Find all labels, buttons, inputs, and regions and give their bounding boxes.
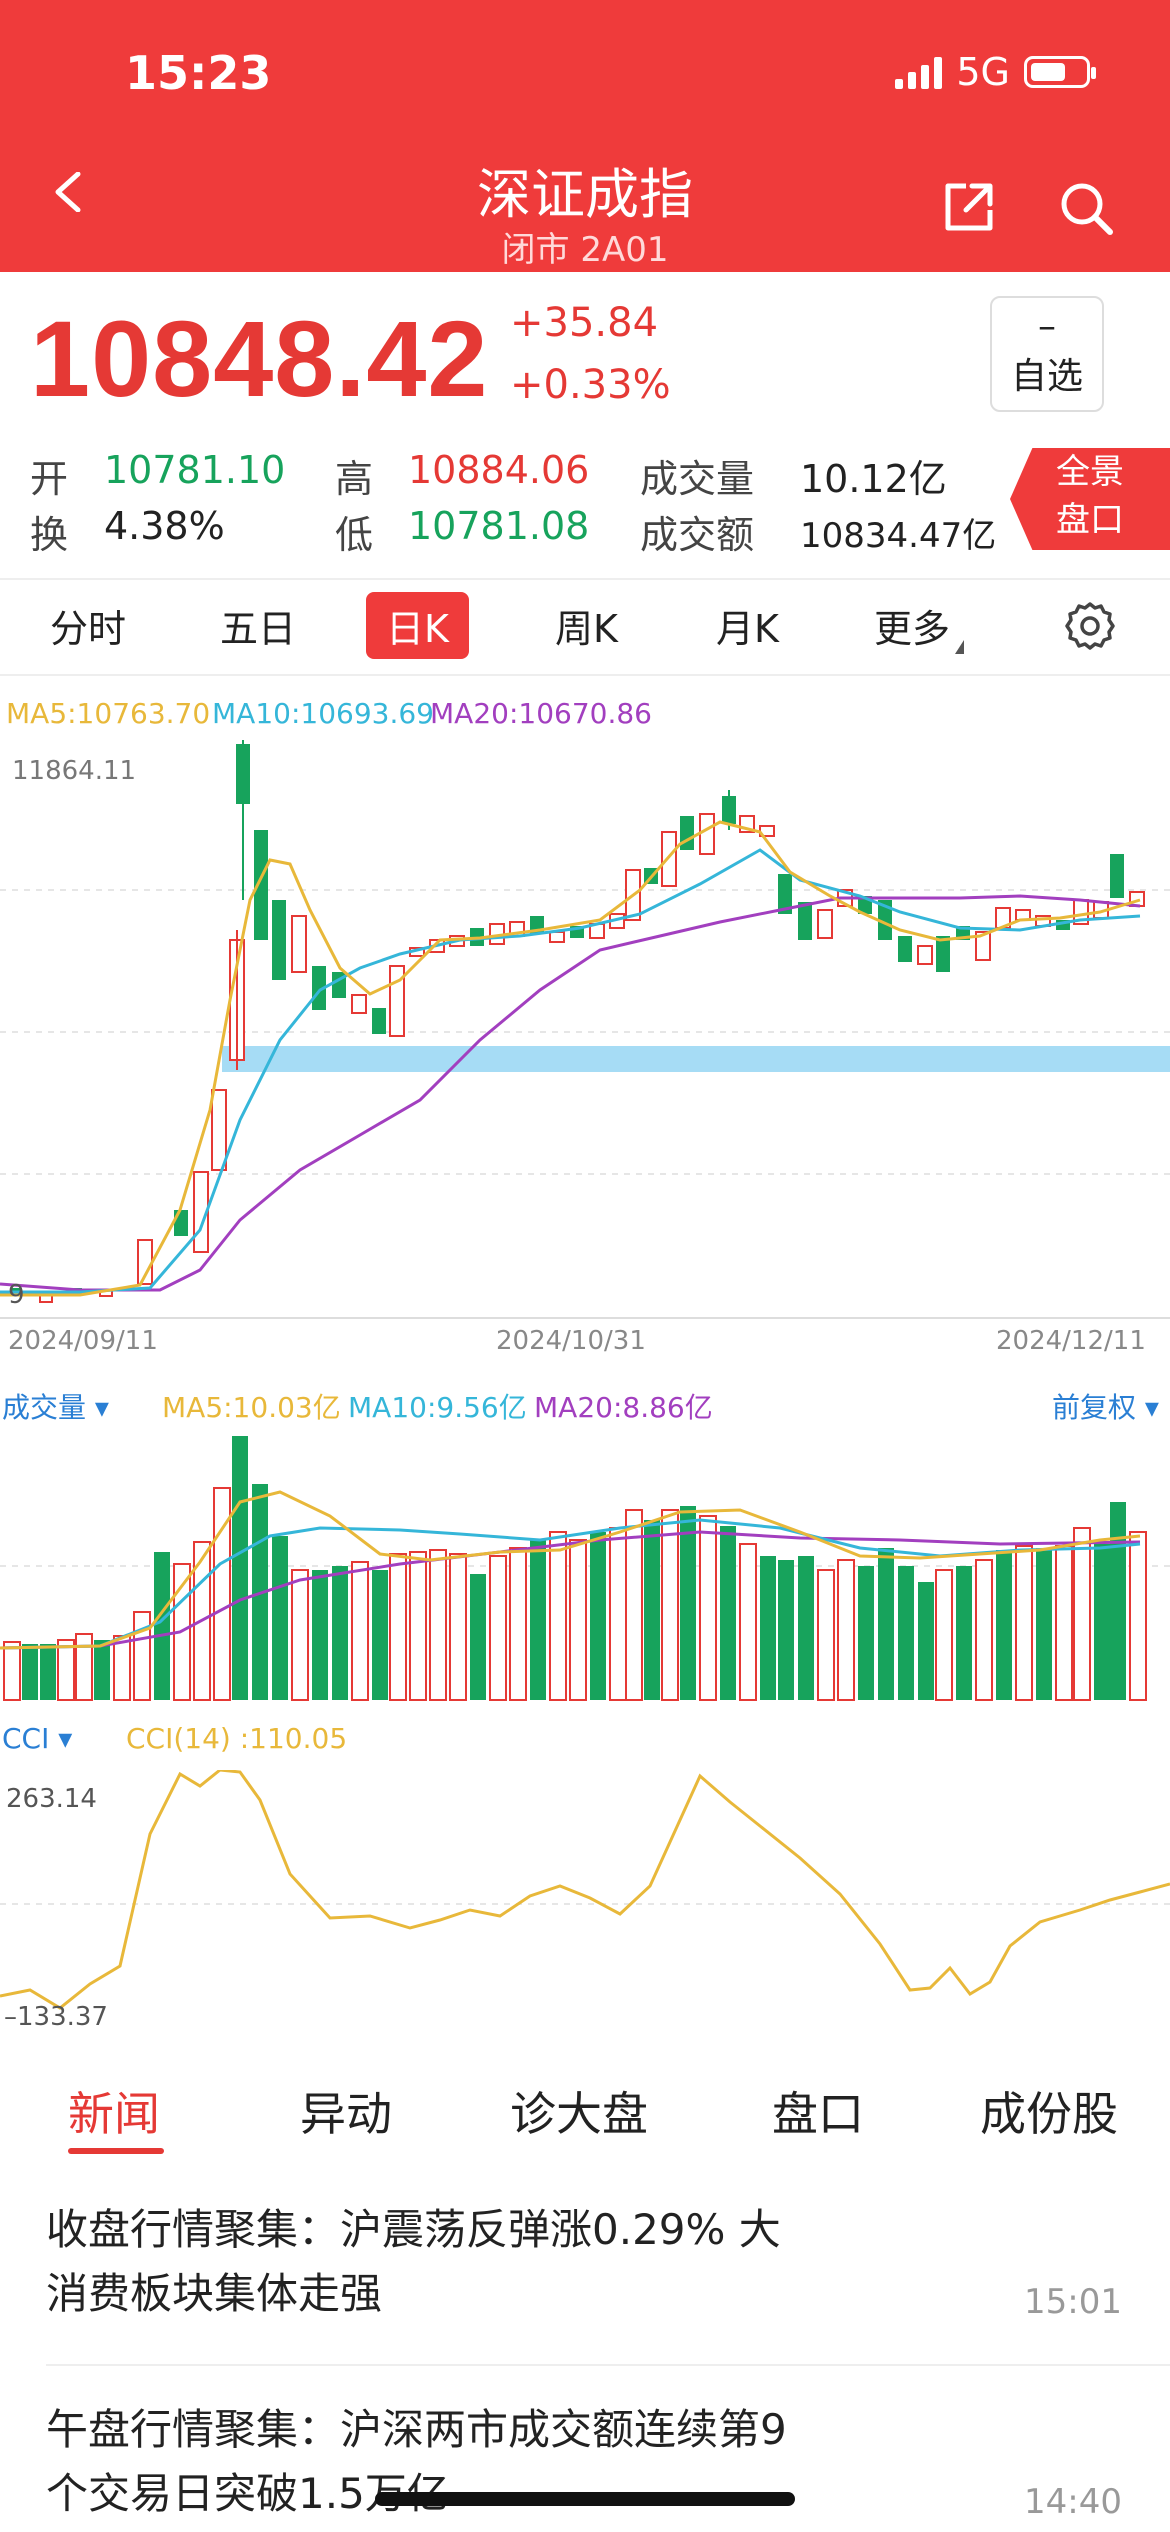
tab-five-day[interactable]: 五日	[220, 598, 296, 653]
tab-movements[interactable]: 异动	[300, 2078, 392, 2144]
volume-ma5-legend: MA5:10.03亿	[162, 1391, 341, 1424]
more-caret-icon	[955, 640, 964, 654]
add-watchlist-button[interactable]: – 自选	[990, 296, 1104, 412]
volume-value: 10.12亿	[800, 457, 947, 501]
amount-value: 10834.47亿	[800, 516, 997, 556]
low-value: 10781.08	[408, 504, 590, 548]
tab-news[interactable]: 新闻	[68, 2078, 160, 2144]
kline-chart[interactable]	[0, 740, 1170, 1320]
home-indicator	[375, 2492, 795, 2506]
low-label: 低	[335, 513, 374, 557]
turnover-label: 换	[30, 513, 69, 557]
news-title-line: 收盘行情聚集：沪震荡反弹涨0.29% 大	[46, 2205, 781, 2254]
tab-more[interactable]: 更多	[874, 598, 950, 653]
price-change-percent: +0.33%	[510, 362, 671, 408]
cci-title-label: CCI	[2, 1722, 50, 1755]
high-label: 高	[335, 457, 374, 501]
battery-icon	[1024, 56, 1096, 88]
open-label: 开	[30, 457, 69, 501]
volume-title-label: 成交量	[2, 1391, 87, 1424]
amount-label: 成交额	[640, 513, 755, 557]
cci-value: CCI(14) :110.05	[126, 1722, 348, 1755]
price-change: +35.84	[510, 300, 659, 346]
cci-chart[interactable]	[0, 1770, 1170, 2040]
adjust-selector[interactable]: 前复权 ▾	[1052, 1386, 1159, 1426]
cci-max-label: 263.14	[6, 1784, 97, 1814]
open-value: 10781.10	[104, 448, 286, 492]
ma5-legend: MA5:10763.70	[6, 697, 211, 730]
cci-min-label: –133.37	[4, 2002, 108, 2032]
support-zone	[222, 1046, 1170, 1072]
date-end: 2024/12/11	[996, 1326, 1146, 1356]
cci-line	[0, 1770, 1170, 2010]
high-value: 10884.06	[408, 448, 590, 492]
kline-high-label: 11864.11	[12, 756, 137, 786]
divider	[0, 578, 1170, 580]
watchlist-symbol: –	[1038, 306, 1056, 347]
news-time: 15:01	[1024, 2282, 1122, 2322]
tab-weekly-k[interactable]: 周K	[555, 598, 618, 653]
divider	[0, 674, 1170, 676]
panorama-button[interactable]: 全景 盘口	[1010, 448, 1170, 550]
volume-ma10-legend: MA10:9.56亿	[348, 1391, 527, 1424]
network-label: 5G	[956, 50, 1010, 94]
date-start: 2024/09/11	[8, 1326, 158, 1356]
search-icon[interactable]	[1058, 180, 1116, 238]
volume-title[interactable]: 成交量 ▾	[2, 1386, 109, 1426]
index-price: 10848.42	[30, 298, 489, 419]
news-item[interactable]: 收盘行情聚集：沪震荡反弹涨0.29% 大 消费板块集体走强	[46, 2198, 886, 2326]
date-mid: 2024/10/31	[496, 1326, 646, 1356]
status-indicators: 5G	[895, 50, 1096, 94]
gear-icon[interactable]	[1064, 600, 1116, 652]
active-tab-indicator	[68, 2148, 164, 2154]
tab-constituents[interactable]: 成份股	[980, 2078, 1118, 2144]
volume-bars	[3, 1436, 1147, 1701]
ma10-legend: MA10:10693.69	[212, 697, 434, 730]
news-item[interactable]: 午盘行情聚集：沪深两市成交额连续第9 个交易日突破1.5万亿	[46, 2398, 886, 2526]
volume-ma20-legend: MA20:8.86亿	[534, 1391, 713, 1424]
tab-diagnosis[interactable]: 诊大盘	[510, 2078, 648, 2144]
volume-label: 成交量	[640, 457, 755, 501]
turnover-value: 4.38%	[104, 504, 225, 548]
panorama-line1: 全景	[1056, 452, 1124, 492]
candles	[10, 740, 1145, 1303]
volume-chart[interactable]	[0, 1432, 1170, 1702]
status-time: 15:23	[125, 46, 272, 100]
panorama-line2: 盘口	[1056, 500, 1124, 540]
news-title-line: 午盘行情聚集：沪深两市成交额连续第9	[46, 2405, 787, 2454]
ma20-line	[0, 894, 1141, 1292]
kline-low-label: 9	[8, 1280, 25, 1310]
share-icon[interactable]	[942, 180, 996, 234]
divider	[46, 2364, 1170, 2366]
news-title-line: 消费板块集体走强	[46, 2269, 383, 2318]
ma20-legend: MA20:10670.86	[430, 697, 652, 730]
tab-monthly-k[interactable]: 月K	[716, 598, 779, 653]
signal-icon	[895, 55, 943, 89]
tab-daily-k[interactable]: 日K	[366, 592, 469, 659]
adjust-label: 前复权	[1052, 1391, 1137, 1424]
cci-title[interactable]: CCI ▾	[2, 1722, 72, 1755]
news-time: 14:40	[1024, 2482, 1122, 2522]
tab-order-book[interactable]: 盘口	[772, 2078, 864, 2144]
watchlist-label: 自选	[1010, 356, 1083, 397]
tab-intraday[interactable]: 分时	[50, 598, 126, 653]
